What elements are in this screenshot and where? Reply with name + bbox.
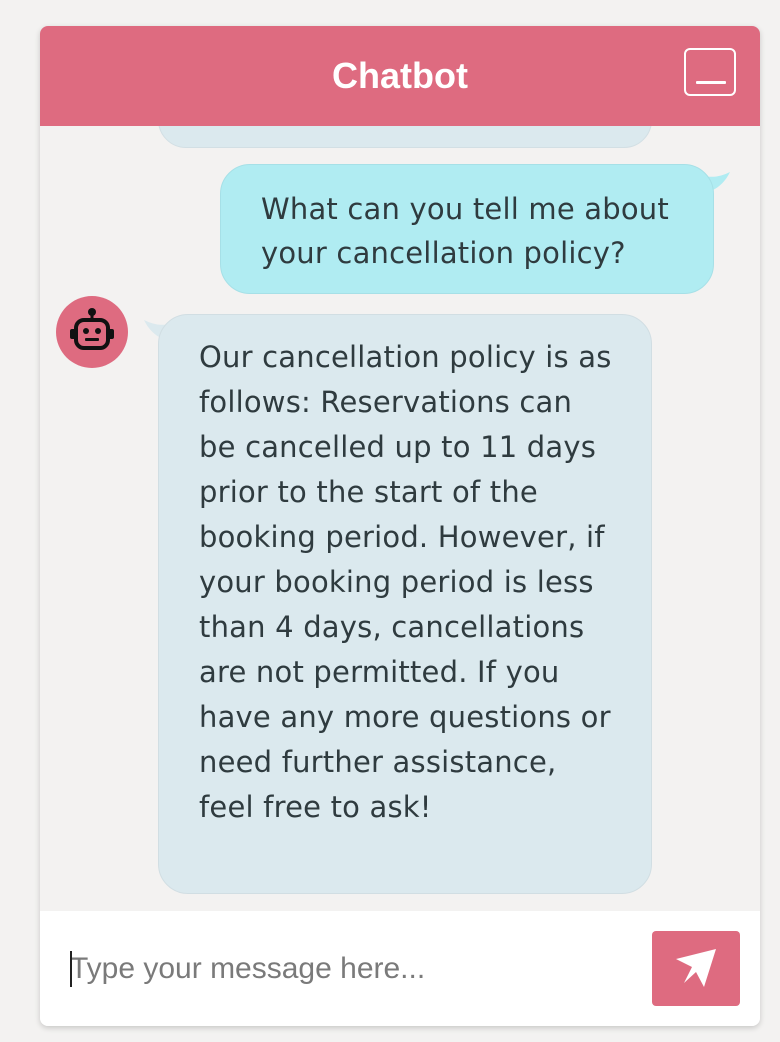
robot-icon (70, 308, 114, 350)
message-input[interactable] (70, 941, 630, 997)
user-message-bubble: What can you tell me about your cancella… (220, 164, 714, 294)
chat-title: Chatbot (332, 55, 468, 96)
minimize-icon (696, 81, 726, 84)
previous-message-bubble (158, 126, 652, 148)
chat-window: Chatbot What can you tell me about your … (40, 26, 760, 1026)
bot-message-text: Our cancellation policy is as follows: R… (199, 340, 612, 824)
message-list[interactable]: What can you tell me about your cancella… (40, 126, 760, 911)
text-caret (70, 951, 72, 987)
chat-header: Chatbot (40, 26, 760, 126)
minimize-button[interactable] (684, 48, 736, 96)
bot-message-bubble: Our cancellation policy is as follows: R… (158, 314, 652, 894)
input-bar (40, 911, 760, 1026)
bot-avatar (56, 296, 128, 368)
user-message-text: What can you tell me about your cancella… (261, 192, 669, 270)
send-icon (676, 949, 716, 987)
send-button[interactable] (652, 931, 740, 1006)
